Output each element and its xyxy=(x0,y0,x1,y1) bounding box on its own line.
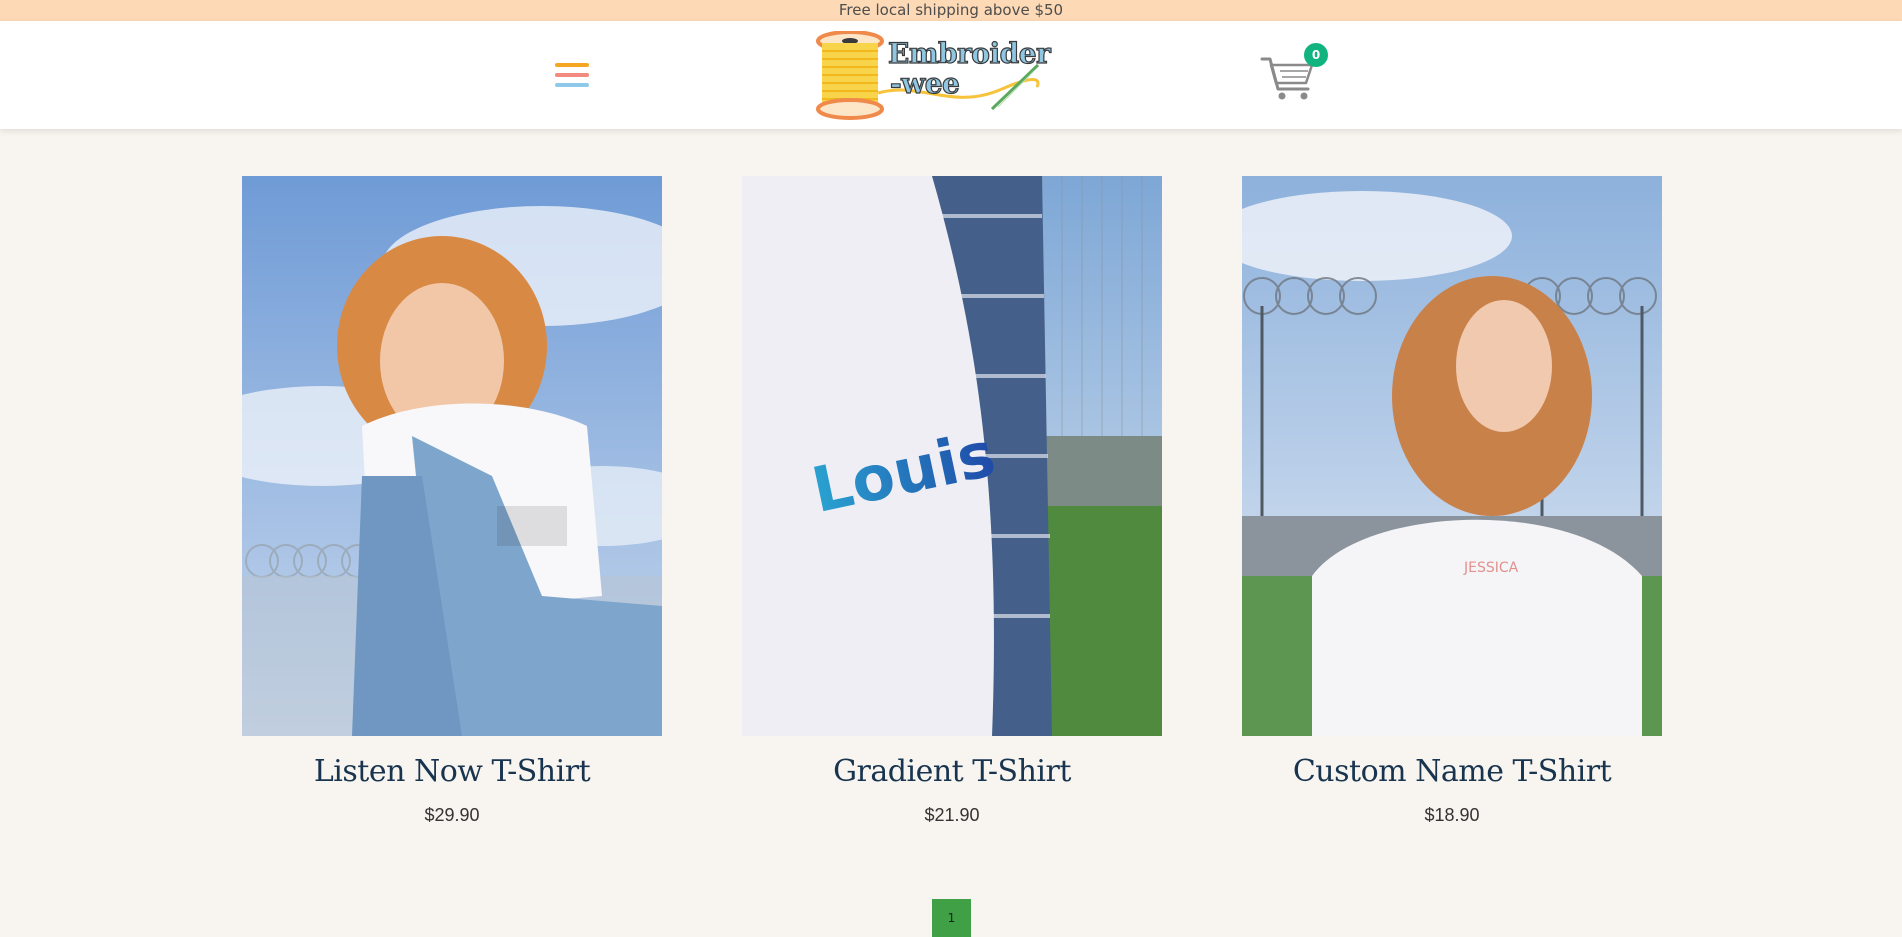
product-price: $21.90 xyxy=(924,805,980,825)
pagination-page-1[interactable]: 1 xyxy=(932,899,971,937)
announcement-text: Free local shipping above $50 xyxy=(838,1,1064,19)
announcement-bar: Free local shipping above $50 xyxy=(0,0,1902,21)
site-logo[interactable]: Embroider -wee xyxy=(812,31,1051,123)
product-card[interactable]: Louis Gradient T-Shirt $21.90 xyxy=(742,176,1162,826)
site-header: Embroider -wee 0 xyxy=(0,21,1902,129)
hamburger-menu-icon[interactable] xyxy=(552,61,592,93)
logo-line1: Embroider xyxy=(887,37,1051,70)
logo-line2: -wee xyxy=(889,67,960,100)
custom-name-tshirt-photo: JESSICA xyxy=(1242,176,1662,736)
product-card[interactable]: JESSICA Custom Name T-Shirt $18.90 xyxy=(1242,176,1662,826)
cart-count-badge: 0 xyxy=(1304,43,1328,67)
product-image[interactable] xyxy=(242,176,662,736)
product-image[interactable]: Louis xyxy=(742,176,1162,736)
product-price: $29.90 xyxy=(424,805,480,825)
product-title[interactable]: Listen Now T-Shirt xyxy=(242,754,662,789)
svg-text:JESSICA: JESSICA xyxy=(1463,560,1519,576)
woman-in-embroidered-tshirt-photo xyxy=(242,176,662,736)
gradient-name-embroidery-photo: Louis xyxy=(742,176,1162,736)
product-image[interactable]: JESSICA xyxy=(1242,176,1662,736)
product-title[interactable]: Custom Name T-Shirt xyxy=(1242,754,1662,789)
product-card[interactable]: Listen Now T-Shirt $29.90 xyxy=(242,176,662,826)
product-title[interactable]: Gradient T-Shirt xyxy=(742,754,1162,789)
logo-text: Embroider -wee xyxy=(887,37,1051,100)
product-price: $18.90 xyxy=(1424,805,1480,825)
cart-button[interactable]: 0 xyxy=(1260,43,1328,100)
